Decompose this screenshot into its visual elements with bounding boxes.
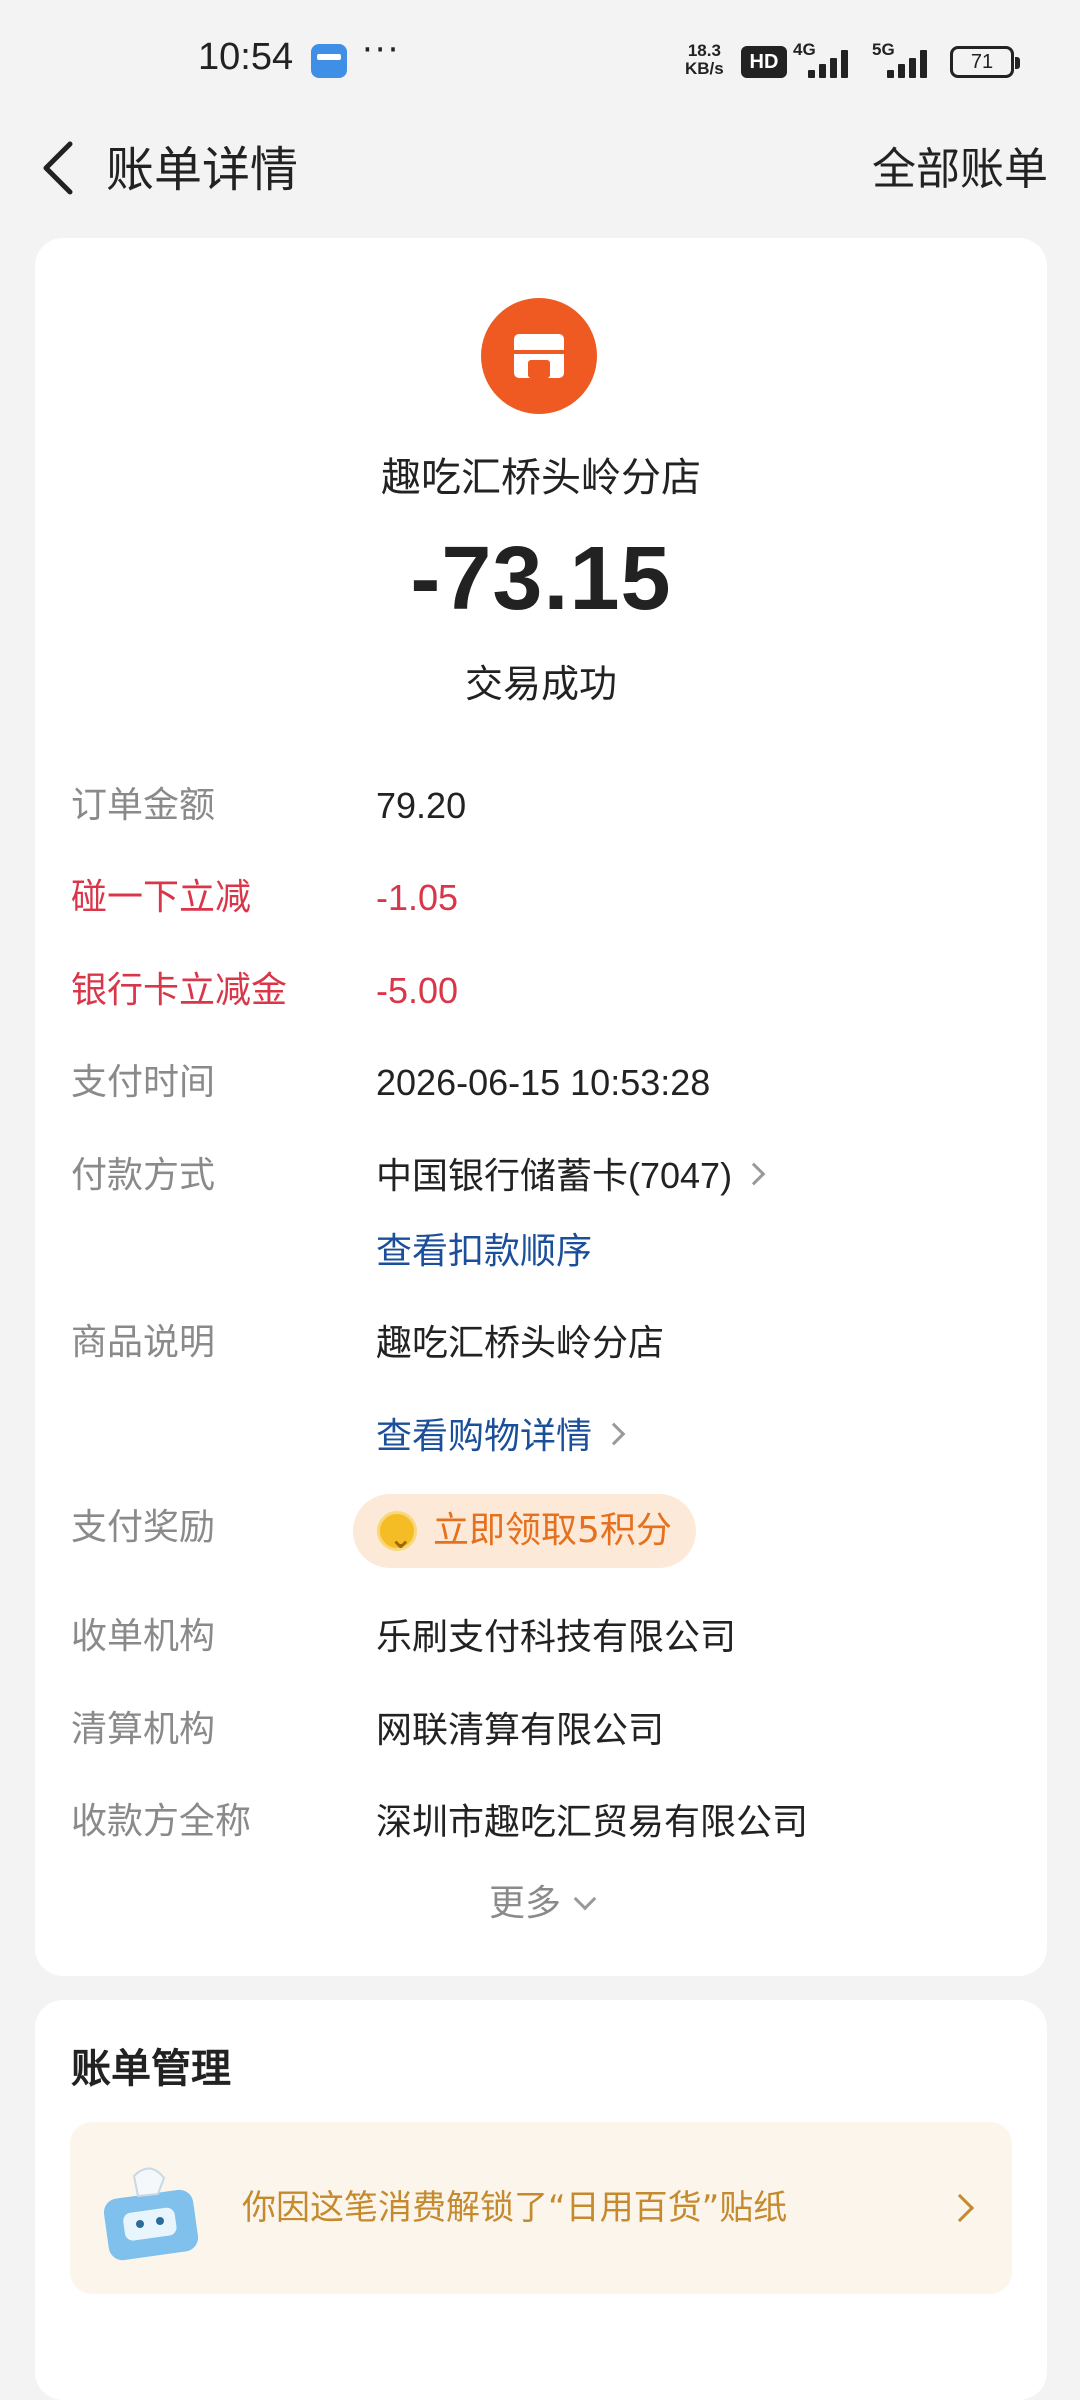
status-time: 10:54 xyxy=(198,36,294,78)
acquirer-row: 收单机构 乐刷支付科技有限公司 xyxy=(71,1609,1011,1669)
payee-row: 收款方全称 深圳市趣吃汇贸易有限公司 xyxy=(71,1794,1011,1854)
tap-discount-value: -1.05 xyxy=(376,877,459,918)
chevron-right-icon xyxy=(742,1163,766,1186)
pay-method-row[interactable]: 付款方式 中国银行储蓄卡(7047) xyxy=(71,1148,1011,1208)
bill-management-card: 账单管理 你因这笔消费解锁了“日用百货”贴纸 xyxy=(35,2000,1047,2400)
hd-voice-icon: HD xyxy=(741,46,787,78)
deduction-order-row: 查看扣款顺序 xyxy=(71,1223,1011,1283)
pay-time-value: 2026-06-15 10:53:28 xyxy=(376,1062,711,1103)
signal-5g-icon xyxy=(887,46,937,78)
clearing-label: 清算机构 xyxy=(71,1709,216,1750)
bank-discount-row: 银行卡立减金 -5.00 xyxy=(71,963,1011,1023)
acquirer-value: 乐刷支付科技有限公司 xyxy=(376,1616,737,1657)
acquirer-label: 收单机构 xyxy=(71,1616,216,1657)
tissue-box-sticker-icon xyxy=(94,2154,210,2270)
coin-icon xyxy=(377,1502,417,1576)
chevron-right-icon xyxy=(602,1423,626,1446)
network-speed: 18.3 KB/s xyxy=(685,41,724,78)
deduction-order-link[interactable]: 查看扣款顺序 xyxy=(376,1223,592,1279)
pay-method-label: 付款方式 xyxy=(71,1155,216,1196)
bill-detail-card: 趣吃汇桥头岭分店 -73.15 交易成功 订单金额 79.20 碰一下立减 -1… xyxy=(35,238,1047,1976)
shopping-detail-row: 查看购物详情 xyxy=(71,1408,1011,1468)
bank-discount-label: 银行卡立减金 xyxy=(71,970,288,1011)
clearing-value: 网联清算有限公司 xyxy=(376,1709,665,1750)
tap-discount-label: 碰一下立减 xyxy=(71,877,252,918)
order-amount-row: 订单金额 79.20 xyxy=(71,778,1011,838)
nav-bar: 账单详情 全部账单 xyxy=(0,120,1080,230)
wallet-app-icon xyxy=(311,44,347,78)
clearing-row: 清算机构 网联清算有限公司 xyxy=(71,1702,1011,1762)
merchant-name: 趣吃汇桥头岭分店 xyxy=(381,455,701,501)
pay-time-label: 支付时间 xyxy=(71,1062,216,1103)
order-amount-label: 订单金额 xyxy=(71,785,216,826)
transaction-amount: -73.15 xyxy=(410,529,672,629)
goods-row: 商品说明 趣吃汇桥头岭分店 xyxy=(71,1315,1011,1375)
store-icon xyxy=(481,298,597,414)
page-title: 账单详情 xyxy=(106,142,299,198)
more-notifications-icon: ··· xyxy=(362,30,401,70)
payee-value: 深圳市趣吃汇贸易有限公司 xyxy=(376,1801,809,1842)
battery-icon: 71 xyxy=(950,46,1020,78)
reward-label: 支付奖励 xyxy=(71,1507,216,1548)
sticker-unlock-text: 你因这笔消费解锁了“日用百货”贴纸 xyxy=(242,2188,788,2228)
back-arrow-icon[interactable] xyxy=(34,128,94,218)
transaction-status: 交易成功 xyxy=(464,662,617,706)
chevron-down-icon xyxy=(573,1887,597,1911)
bank-discount-value: -5.00 xyxy=(376,970,459,1011)
shopping-detail-link[interactable]: 查看购物详情 xyxy=(376,1408,626,1464)
order-amount-value: 79.20 xyxy=(376,785,467,826)
bill-management-heading: 账单管理 xyxy=(71,2046,231,2092)
claim-points-button[interactable]: 立即领取5积分 xyxy=(353,1494,696,1576)
reward-row: 支付奖励 立即领取5积分 xyxy=(71,1494,1011,1576)
more-button[interactable]: 更多 xyxy=(35,1874,1047,1926)
signal-4g-icon xyxy=(808,46,858,78)
pay-method-value[interactable]: 中国银行储蓄卡(7047) xyxy=(376,1148,766,1204)
chevron-right-icon xyxy=(945,2193,975,2223)
status-bar: 10:54 ··· 18.3 KB/s HD 4G 5G 71 xyxy=(0,0,1080,120)
goods-value: 趣吃汇桥头岭分店 xyxy=(376,1322,665,1363)
tap-discount-row: 碰一下立减 -1.05 xyxy=(71,870,1011,930)
payee-label: 收款方全称 xyxy=(71,1801,252,1842)
goods-label: 商品说明 xyxy=(71,1322,216,1363)
pay-time-row: 支付时间 2026-06-15 10:53:28 xyxy=(71,1055,1011,1115)
all-bills-button[interactable]: 全部账单 xyxy=(872,130,1048,210)
sticker-banner[interactable]: 你因这笔消费解锁了“日用百货”贴纸 xyxy=(70,2122,1012,2294)
